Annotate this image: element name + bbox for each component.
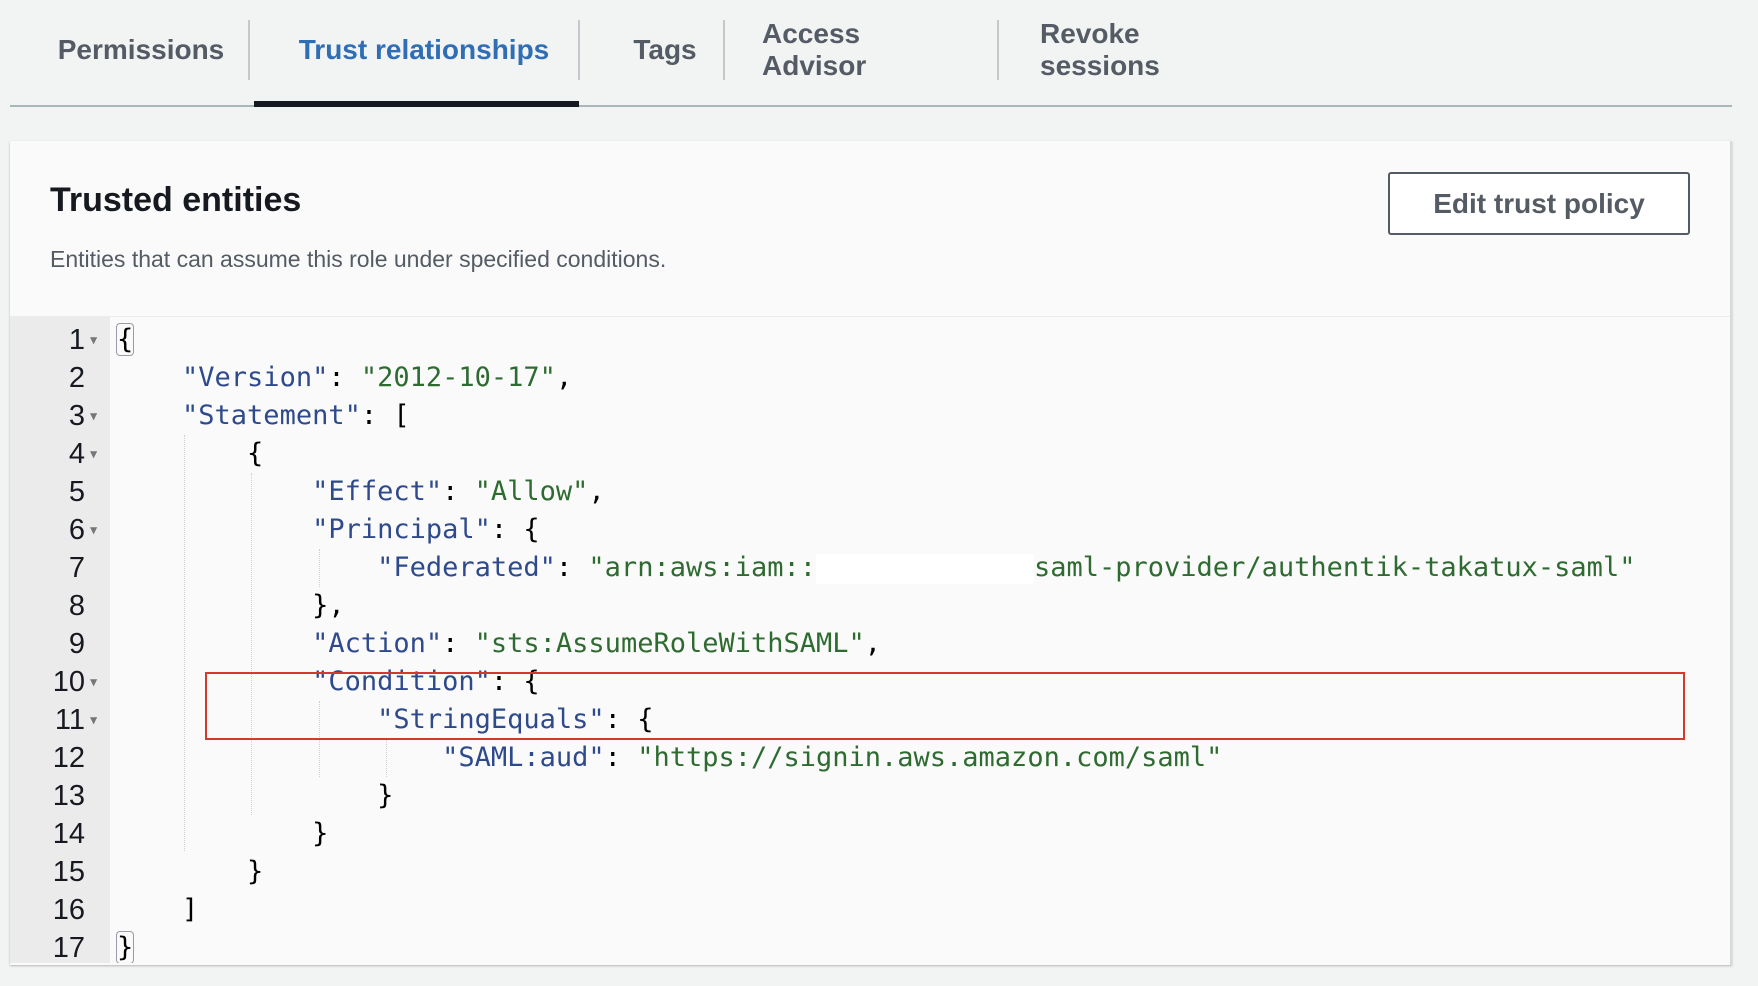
code-line: 17 } xyxy=(10,929,1730,963)
tab-separator xyxy=(578,20,580,80)
line-number: 10 xyxy=(52,666,85,698)
code-line: 7 "Federated": "arn:aws:iam:: saml-provid… xyxy=(10,549,1730,587)
line-number: 16 xyxy=(52,894,85,926)
tab-separator xyxy=(997,20,999,80)
brace: } xyxy=(247,856,264,887)
fold-arrow-icon[interactable]: ▼ xyxy=(90,321,97,359)
fold-arrow-icon[interactable]: ▼ xyxy=(90,397,97,435)
tab-access-advisor[interactable]: Access Advisor xyxy=(762,18,962,81)
json-key: "Principal" xyxy=(312,514,491,545)
code-line: 8 }, xyxy=(10,587,1730,625)
line-number: 7 xyxy=(68,552,85,584)
line-number: 5 xyxy=(68,476,85,508)
tab-bar: Permissions Trust relationships Tags Acc… xyxy=(10,0,1732,107)
json-key: "Action" xyxy=(312,628,443,659)
json-string: "https://signin.aws.amazon.com/saml" xyxy=(637,742,1223,773)
json-string: "2012-10-17" xyxy=(360,362,556,393)
code-line: 12 "SAML:aud": "https://signin.aws.amazo… xyxy=(10,739,1730,777)
tab-revoke-sessions[interactable]: Revoke sessions xyxy=(1040,18,1260,81)
brace: { xyxy=(637,704,654,735)
json-string: "Allow" xyxy=(474,476,589,507)
code-line: 11 ▼ "StringEquals": { xyxy=(10,701,1730,739)
code-line: 15 } xyxy=(10,853,1730,891)
line-number: 13 xyxy=(52,780,85,812)
line-number: 17 xyxy=(52,932,85,963)
line-number: 14 xyxy=(52,818,85,850)
line-number: 11 xyxy=(54,704,85,736)
redacted-account-id xyxy=(816,553,1034,584)
line-number: 6 xyxy=(68,514,85,546)
edit-trust-policy-button[interactable]: Edit trust policy xyxy=(1388,172,1690,235)
trust-policy-code-viewer[interactable]: 1 ▼ { 2 "Version": "2012-10-17", 3 ▼ "St… xyxy=(10,317,1730,963)
line-number: 15 xyxy=(52,856,85,888)
json-string: "arn:aws:iam:: xyxy=(588,552,816,583)
json-key: "Federated" xyxy=(377,552,556,583)
json-key: "Condition" xyxy=(312,666,491,697)
fold-arrow-icon[interactable]: ▼ xyxy=(90,663,97,701)
brace: } xyxy=(312,818,329,849)
json-key: "Effect" xyxy=(312,476,443,507)
brace: } xyxy=(312,590,329,621)
trusted-entities-panel: Trusted entities Entities that can assum… xyxy=(10,141,1732,965)
line-number: 2 xyxy=(68,362,85,394)
code-line: 2 "Version": "2012-10-17", xyxy=(10,359,1730,397)
json-key: "StringEquals" xyxy=(377,704,605,735)
line-number: 8 xyxy=(68,590,85,622)
code-line: 10 ▼ "Condition": { xyxy=(10,663,1730,701)
line-number: 4 xyxy=(68,438,85,470)
brace: { xyxy=(523,666,540,697)
panel-title: Trusted entities xyxy=(50,181,302,219)
tab-trust-relationships[interactable]: Trust relationships xyxy=(262,20,586,80)
json-key: "SAML:aud" xyxy=(442,742,605,773)
tab-separator xyxy=(248,20,250,80)
code-line: 3 ▼ "Statement": [ xyxy=(10,397,1730,435)
code-line: 6 ▼ "Principal": { xyxy=(10,511,1730,549)
fold-arrow-icon[interactable]: ▼ xyxy=(90,701,97,739)
json-key: "Statement" xyxy=(182,400,361,431)
brace: } xyxy=(377,780,394,811)
fold-arrow-icon[interactable]: ▼ xyxy=(90,435,97,473)
code-line: 4 ▼ { xyxy=(10,435,1730,473)
tab-separator xyxy=(723,20,725,80)
matched-bracket: { xyxy=(115,323,135,356)
code-line: 13 } xyxy=(10,777,1730,815)
json-string: saml-provider/authentik-takatux-saml" xyxy=(1034,552,1636,583)
code-line: 1 ▼ { xyxy=(10,321,1730,359)
tab-tags[interactable]: Tags xyxy=(610,20,720,80)
line-number: 12 xyxy=(52,742,85,774)
tab-permissions[interactable]: Permissions xyxy=(48,20,234,80)
brace: { xyxy=(523,514,540,545)
json-string: "sts:AssumeRoleWithSAML" xyxy=(474,628,865,659)
active-tab-indicator xyxy=(254,101,579,107)
json-key: "Version" xyxy=(182,362,329,393)
bracket: ] xyxy=(182,894,199,925)
panel-description: Entities that can assume this role under… xyxy=(50,246,667,272)
line-number: 3 xyxy=(68,400,85,432)
brace: { xyxy=(247,438,264,469)
code-line: 16 ] xyxy=(10,891,1730,929)
line-number: 1 xyxy=(68,324,85,356)
matched-bracket: } xyxy=(115,931,135,963)
code-line: 9 "Action": "sts:AssumeRoleWithSAML", xyxy=(10,625,1730,663)
line-number: 9 xyxy=(68,628,85,660)
fold-arrow-icon[interactable]: ▼ xyxy=(90,511,97,549)
bracket: [ xyxy=(393,400,410,431)
code-line: 14 } xyxy=(10,815,1730,853)
code-line: 5 "Effect": "Allow", xyxy=(10,473,1730,511)
